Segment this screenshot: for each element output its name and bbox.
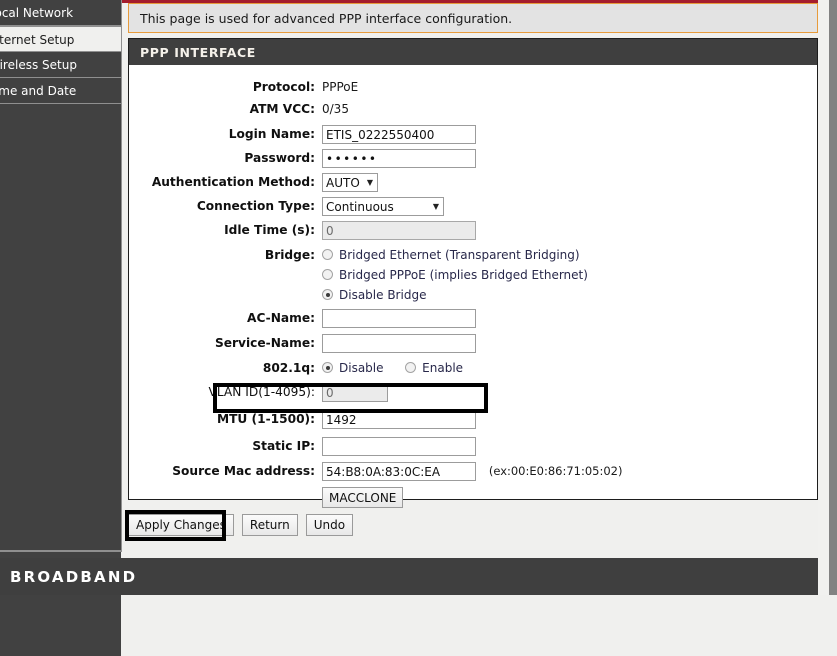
- row-auth-method: Authentication Method: AUTO ▼: [129, 172, 817, 193]
- bridge-option-bridged-pppoe[interactable]: Bridged PPPoE (implies Bridged Ethernet): [322, 265, 817, 285]
- macclone-button[interactable]: MACCLONE: [322, 487, 403, 508]
- main-content: This page is used for advanced PPP inter…: [128, 0, 818, 552]
- row-idle-time: Idle Time (s):: [129, 220, 817, 241]
- connection-type-select-wrap: Continuous ▼: [322, 196, 444, 217]
- footer-bar: BROADBAND: [0, 558, 829, 595]
- row-password: Password:: [129, 148, 817, 169]
- footer-brand-label: BROADBAND: [10, 568, 137, 586]
- service-name-input[interactable]: [322, 334, 476, 353]
- dot1q-option-label: Disable: [339, 361, 384, 375]
- row-connection-type: Connection Type: Continuous ▼: [129, 196, 817, 217]
- sidebar-item-time-and-date[interactable]: Time and Date: [0, 78, 121, 104]
- sidebar-item-label: Local Network: [0, 6, 73, 20]
- bridge-option-label: Bridged Ethernet (Transparent Bridging): [339, 248, 580, 262]
- sidebar-item-internet-setup[interactable]: Internet Setup: [0, 26, 121, 52]
- page-root: Local Network Internet Setup Wireless Se…: [0, 0, 837, 595]
- login-name-input[interactable]: [322, 125, 476, 144]
- mtu-label: MTU (1-1500):: [129, 409, 322, 430]
- ppp-form: Protocol: PPPoE ATM VCC: 0/35 Login Name…: [129, 65, 817, 499]
- dot1q-label: 802.1q:: [129, 358, 322, 379]
- row-vlan-id: VLAN ID(1-4095):: [129, 382, 817, 403]
- idle-time-label: Idle Time (s):: [129, 220, 322, 241]
- sidebar-item-label: Time and Date: [0, 84, 76, 98]
- bridge-option-label: Bridged PPPoE (implies Bridged Ethernet): [339, 268, 588, 282]
- radio-icon[interactable]: [322, 249, 333, 260]
- return-button[interactable]: Return: [242, 514, 298, 536]
- dot1q-option-disable[interactable]: Disable: [322, 358, 384, 378]
- vlan-id-input: [322, 383, 388, 402]
- login-name-label: Login Name:: [129, 124, 322, 145]
- ac-name-input[interactable]: [322, 309, 476, 328]
- page-title: PPP INTERFACE: [140, 45, 256, 60]
- radio-icon-selected[interactable]: [322, 362, 333, 373]
- row-bridge: Bridge: Bridged Ethernet (Transparent Br…: [129, 245, 817, 305]
- auth-method-select[interactable]: AUTO: [322, 173, 378, 192]
- protocol-label: Protocol:: [129, 77, 322, 98]
- sidebar-item-local-network[interactable]: Local Network: [0, 0, 121, 26]
- sidebar-item-wireless-setup[interactable]: Wireless Setup: [0, 52, 121, 78]
- row-atm-vcc: ATM VCC: 0/35: [129, 99, 817, 120]
- connection-type-select[interactable]: Continuous: [322, 197, 444, 216]
- bridge-option-disable-bridge[interactable]: Disable Bridge: [322, 285, 817, 305]
- password-label: Password:: [129, 148, 322, 169]
- row-service-name: Service-Name:: [129, 333, 817, 354]
- dot1q-option-label: Enable: [422, 361, 463, 375]
- panel-title-bar: PPP INTERFACE: [129, 39, 817, 65]
- bridge-label: Bridge:: [129, 245, 322, 266]
- right-gutter: [818, 0, 829, 595]
- vlan-id-label: VLAN ID(1-4095):: [129, 382, 322, 403]
- row-static-ip: Static IP:: [129, 436, 817, 457]
- source-mac-input[interactable]: [322, 462, 476, 481]
- atm-vcc-label: ATM VCC:: [129, 99, 322, 120]
- ac-name-label: AC-Name:: [129, 308, 322, 329]
- row-dot1q: 802.1q: Disable Enable: [129, 358, 817, 379]
- row-login-name: Login Name:: [129, 124, 817, 145]
- source-mac-label: Source Mac address:: [129, 461, 322, 482]
- row-mtu: MTU (1-1500):: [129, 409, 817, 430]
- connection-type-label: Connection Type:: [129, 196, 322, 217]
- sidebar-item-label: Internet Setup: [0, 33, 74, 47]
- page-description-text: This page is used for advanced PPP inter…: [140, 11, 512, 26]
- static-ip-input[interactable]: [322, 437, 476, 456]
- protocol-value: PPPoE: [322, 77, 817, 98]
- service-name-label: Service-Name:: [129, 333, 322, 354]
- radio-icon-selected[interactable]: [322, 289, 333, 300]
- static-ip-label: Static IP:: [129, 436, 322, 457]
- dot1q-option-enable[interactable]: Enable: [405, 358, 463, 378]
- apply-changes-button[interactable]: Apply Changes: [128, 514, 234, 536]
- source-mac-example-hint: (ex:00:E0:86:71:05:02): [489, 464, 623, 478]
- row-macclone: MACCLONE: [129, 487, 817, 509]
- sidebar-bottom-divider: [0, 550, 122, 552]
- radio-icon[interactable]: [405, 362, 416, 373]
- row-protocol: Protocol: PPPoE: [129, 77, 817, 98]
- mtu-input[interactable]: [322, 410, 476, 429]
- row-ac-name: AC-Name:: [129, 308, 817, 329]
- auth-method-select-wrap: AUTO ▼: [322, 172, 378, 193]
- page-description-box: This page is used for advanced PPP inter…: [128, 3, 818, 33]
- bridge-option-label: Disable Bridge: [339, 288, 426, 302]
- radio-icon[interactable]: [322, 269, 333, 280]
- atm-vcc-value: 0/35: [322, 99, 817, 120]
- row-source-mac: Source Mac address: (ex:00:E0:86:71:05:0…: [129, 461, 817, 482]
- password-input[interactable]: [322, 149, 476, 168]
- bridge-option-bridged-ethernet[interactable]: Bridged Ethernet (Transparent Bridging): [322, 245, 817, 265]
- undo-button[interactable]: Undo: [306, 514, 353, 536]
- right-scroll-strip[interactable]: [829, 0, 837, 595]
- form-actions: Apply Changes Return Undo: [128, 514, 353, 536]
- auth-method-label: Authentication Method:: [129, 172, 322, 193]
- sidebar-item-label: Wireless Setup: [0, 58, 77, 72]
- idle-time-input: [322, 221, 476, 240]
- ppp-interface-panel: PPP INTERFACE Protocol: PPPoE ATM VCC: 0…: [128, 38, 818, 500]
- sidebar-nav: Local Network Internet Setup Wireless Se…: [0, 0, 122, 552]
